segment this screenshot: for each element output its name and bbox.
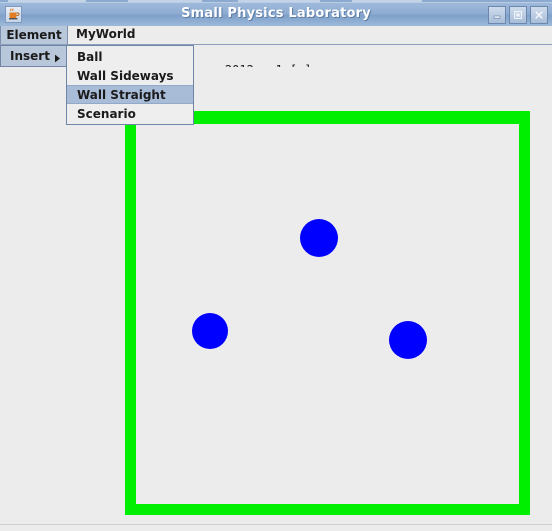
title-bar: Small Physics Laboratory [0, 2, 552, 26]
menu-item-insert-label: Insert [10, 49, 50, 63]
wall-left[interactable] [125, 111, 136, 515]
ball-left[interactable] [192, 313, 228, 349]
ball-top[interactable] [300, 219, 338, 257]
menu-item-wall-straight-label: Wall Straight [77, 87, 166, 102]
menubar-item-element-label: Element [6, 28, 62, 42]
window-bottom-edge [0, 524, 552, 531]
minimize-button[interactable] [488, 6, 506, 24]
menu-item-insert[interactable]: Insert [0, 45, 68, 67]
insert-submenu-popup: Ball Wall Sideways Wall Straight Scenari… [66, 45, 194, 125]
menu-item-ball-label: Ball [77, 49, 103, 64]
world-canvas[interactable] [0, 67, 552, 524]
menu-item-scenario[interactable]: Scenario [67, 104, 193, 123]
submenu-arrow-icon [54, 52, 61, 66]
maximize-button[interactable] [509, 6, 527, 24]
menu-item-ball[interactable]: Ball [67, 47, 193, 66]
wall-bottom[interactable] [125, 504, 530, 515]
wall-right[interactable] [519, 111, 530, 515]
window-title: Small Physics Laboratory [181, 6, 371, 21]
menu-item-wall-straight[interactable]: Wall Straight [67, 85, 193, 104]
ball-right[interactable] [389, 321, 427, 359]
menubar-item-element[interactable]: Element [0, 26, 68, 44]
menu-item-wall-sideways[interactable]: Wall Sideways [67, 66, 193, 85]
window-controls [488, 6, 548, 24]
menu-item-scenario-label: Scenario [77, 106, 136, 121]
world-name-label: MyWorld [76, 27, 136, 41]
application-window: Small Physics Laboratory Element MyWorld… [0, 0, 552, 531]
menu-item-wall-sideways-label: Wall Sideways [77, 68, 174, 83]
close-button[interactable] [530, 6, 548, 24]
